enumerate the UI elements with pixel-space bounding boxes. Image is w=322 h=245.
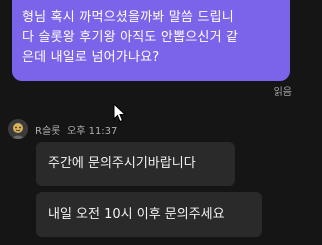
- mouse-pointer-icon: [113, 103, 127, 123]
- read-status: 읽음: [273, 87, 292, 98]
- sender-name: R슬롯: [35, 126, 61, 137]
- avatar[interactable]: [8, 119, 28, 139]
- message-timestamp: 오후 11:37: [67, 126, 118, 137]
- avatar-icon: [8, 119, 28, 139]
- received-message-bubble[interactable]: 내일 오전 10시 이후 문의주세요: [36, 192, 262, 237]
- sent-message-bubble[interactable]: 형님 혹시 까먹으셨을까봐 말씀 드립니 다 슬롯왕 후기왕 아직도 안뽑으신거…: [12, 0, 290, 81]
- chat-window: 형님 혹시 까먹으셨을까봐 말씀 드립니 다 슬롯왕 후기왕 아직도 안뽑으신거…: [0, 0, 322, 245]
- received-message-bubble[interactable]: 주간에 문의주시기바랍니다: [36, 142, 235, 186]
